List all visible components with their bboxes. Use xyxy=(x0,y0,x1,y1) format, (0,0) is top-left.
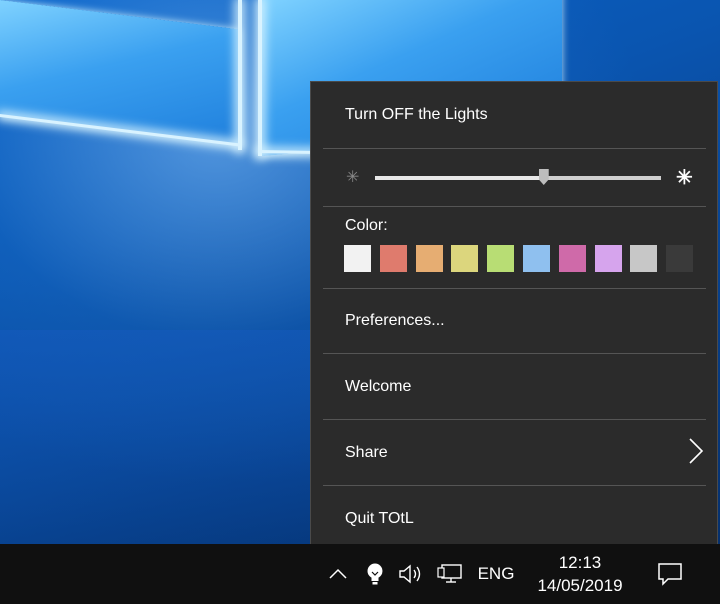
quit-label: Quit TOtL xyxy=(345,510,414,527)
volume-button[interactable] xyxy=(396,544,426,604)
clock-button[interactable]: 12:13 14/05/2019 xyxy=(528,544,632,604)
color-swatch[interactable] xyxy=(558,245,586,272)
slider-fill xyxy=(375,176,544,180)
quit-item[interactable]: Quit TOtL xyxy=(311,486,717,546)
notification-icon xyxy=(658,563,682,586)
color-swatch[interactable] xyxy=(344,245,371,272)
dim-brightness-icon: ✳ xyxy=(346,169,360,186)
clock-time: 12:13 xyxy=(558,553,602,572)
color-swatch[interactable] xyxy=(666,245,694,272)
action-center-button[interactable] xyxy=(652,544,688,604)
color-swatch[interactable] xyxy=(630,245,658,272)
color-swatch[interactable] xyxy=(415,245,443,272)
share-label: Share xyxy=(345,444,388,461)
welcome-item[interactable]: Welcome xyxy=(311,354,717,419)
chevron-right-icon xyxy=(689,438,704,464)
network-button[interactable] xyxy=(436,544,464,604)
bright-brightness-icon: ✳ xyxy=(676,167,693,189)
turn-off-lights-label: Turn OFF the Lights xyxy=(345,106,488,123)
chevron-up-icon xyxy=(329,568,347,579)
speaker-icon xyxy=(399,564,421,584)
color-swatch[interactable] xyxy=(594,245,622,272)
slider-thumb[interactable] xyxy=(538,169,549,185)
network-icon xyxy=(437,564,462,583)
preferences-label: Preferences... xyxy=(345,312,445,329)
color-swatch[interactable] xyxy=(487,245,515,272)
lightbulb-icon xyxy=(367,563,383,585)
turn-off-lights-tray-button[interactable] xyxy=(362,544,388,604)
taskbar: ENG 12:13 14/05/2019 xyxy=(0,544,720,604)
color-swatch[interactable] xyxy=(379,245,407,272)
turn-off-lights-item[interactable]: Turn OFF the Lights xyxy=(311,82,717,148)
color-swatch[interactable] xyxy=(523,245,550,272)
wallpaper-floor-light xyxy=(0,330,320,544)
context-menu: Turn OFF the Lights ✳ ✳ Color: Preferenc… xyxy=(310,81,718,547)
color-label: Color: xyxy=(345,217,388,234)
input-language-button[interactable]: ENG xyxy=(474,544,518,604)
preferences-item[interactable]: Preferences... xyxy=(311,289,717,353)
opacity-slider[interactable] xyxy=(375,169,661,185)
wallpaper-window-pane xyxy=(0,0,240,146)
wallpaper-light-beam xyxy=(238,0,242,150)
wallpaper-light-beam xyxy=(258,0,262,156)
color-swatch[interactable] xyxy=(451,245,479,272)
opacity-slider-row: ✳ ✳ xyxy=(311,149,717,207)
welcome-label: Welcome xyxy=(345,378,412,395)
clock-date: 14/05/2019 xyxy=(537,576,623,595)
show-hidden-icons-button[interactable] xyxy=(325,544,351,604)
menu-separator xyxy=(323,206,706,207)
share-item[interactable]: Share xyxy=(311,420,717,485)
